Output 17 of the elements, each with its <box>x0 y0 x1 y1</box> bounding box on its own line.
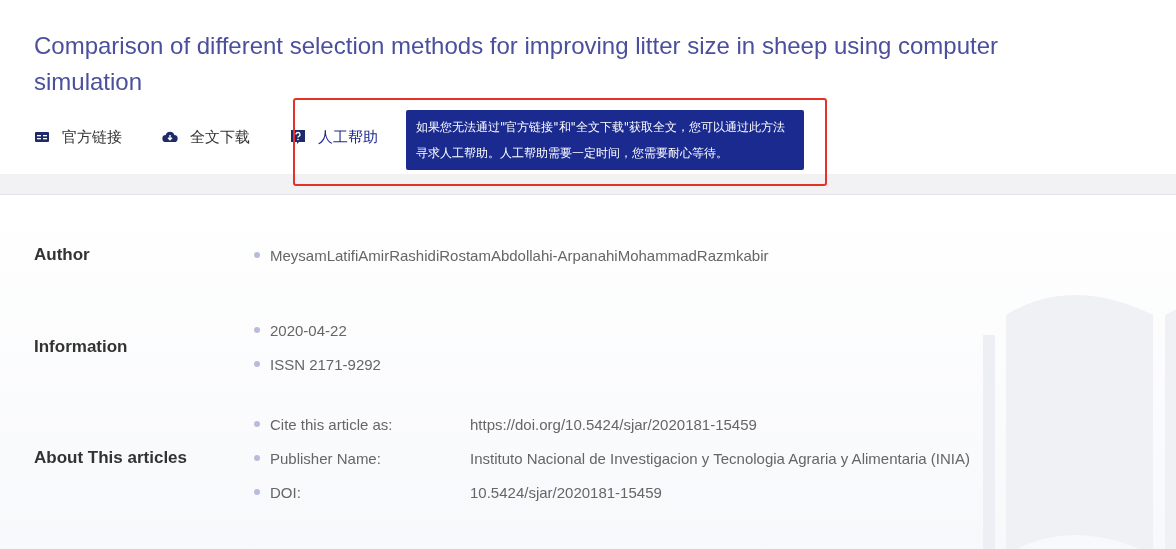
section-label: Author <box>34 245 91 265</box>
action-link[interactable]: 全文下载 <box>162 127 250 147</box>
field-value: Instituto Nacional de Investigacion y Tecnologia Agraria y Alimentaria (INIA) <box>470 449 970 467</box>
field-value: 10.5424/sjar/2020181-15459 <box>470 483 662 501</box>
article-title: Comparison of different selection methods for improving litter size in sheep using computer simulation <box>34 31 1000 97</box>
field-label: Publisher Name: <box>270 449 382 467</box>
field-value: ISSN 2171-9292 <box>270 355 381 373</box>
section-label: Information <box>34 337 129 357</box>
field-value: MeysamLatifiAmirRashidiRostamAbdollahi-ArpanahiMohammadRazmkabir <box>270 246 769 264</box>
field-label: Cite this article as: <box>270 415 394 433</box>
field-label: DOI: <box>270 483 302 501</box>
field-value: https://doi.org/10.5424/sjar/2020181-15459 <box>470 415 757 433</box>
action-link[interactable]: 人工帮助 <box>290 127 378 147</box>
field-value: 2020-04-22 <box>270 321 347 339</box>
action-link[interactable]: 官方链接 <box>34 127 122 147</box>
tooltip: 如果您无法通过"官方链接"和"全文下载"获取全文，您可以通过此方法寻求人工帮助。人工帮助需要一定时间，您需要耐心等待。 <box>406 110 804 170</box>
section-label: About This articles <box>34 448 189 468</box>
